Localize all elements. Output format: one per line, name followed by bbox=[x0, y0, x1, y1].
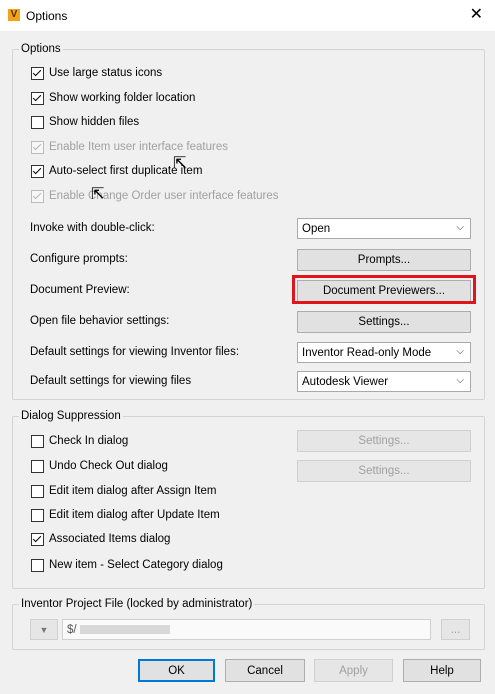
dialog-suppression-legend: Dialog Suppression bbox=[21, 410, 121, 422]
enable-change-order-ui-checkbox: Enable Change Order user interface featu… bbox=[31, 188, 279, 204]
open-file-settings-button[interactable]: Settings... bbox=[297, 311, 471, 333]
show-hidden-files-checkbox[interactable]: Show hidden files bbox=[31, 114, 139, 130]
chevron-down-icon: ⌵ bbox=[456, 346, 464, 357]
checkbox-label: Enable Change Order user interface featu… bbox=[49, 190, 279, 202]
mouse-cursor-icon: ⇱ bbox=[173, 155, 187, 172]
checkbox-label: Associated Items dialog bbox=[49, 533, 171, 545]
invoke-double-click-label: Invoke with double-click: bbox=[30, 222, 155, 234]
enable-item-ui-checkbox: Enable Item user interface features bbox=[31, 139, 228, 155]
checkbox-box bbox=[31, 140, 44, 154]
select-value: Autodesk Viewer bbox=[302, 375, 389, 388]
checkbox-box[interactable] bbox=[31, 459, 44, 473]
checkbox-box[interactable] bbox=[31, 558, 44, 572]
prompts-button[interactable]: Prompts... bbox=[297, 249, 471, 271]
chevron-down-icon: ⌵ bbox=[456, 375, 464, 386]
invoke-double-click-select[interactable]: Open ⌵ bbox=[297, 218, 471, 239]
cancel-button[interactable]: Cancel bbox=[225, 659, 305, 682]
open-file-behavior-label: Open file behavior settings: bbox=[30, 315, 170, 327]
document-preview-label: Document Preview: bbox=[30, 284, 130, 296]
ok-button[interactable]: OK bbox=[138, 659, 215, 682]
browse-button: ... bbox=[441, 619, 470, 640]
chevron-down-icon: ⌵ bbox=[456, 222, 464, 233]
options-group-legend: Options bbox=[21, 43, 61, 55]
window-title: Options bbox=[26, 9, 68, 23]
mouse-cursor-icon: ⇱ bbox=[91, 186, 105, 203]
checkbox-box[interactable] bbox=[31, 66, 44, 80]
project-dropdown-button: ▼ bbox=[30, 619, 58, 640]
checkbox-box[interactable] bbox=[31, 508, 44, 522]
checkbox-box[interactable] bbox=[31, 164, 44, 178]
new-item-category-dialog-checkbox[interactable]: New item - Select Category dialog bbox=[31, 557, 223, 573]
project-file-legend: Inventor Project File (locked by adminis… bbox=[21, 598, 253, 610]
help-button[interactable]: Help bbox=[403, 659, 481, 682]
undo-check-out-dialog-checkbox[interactable]: Undo Check Out dialog bbox=[31, 458, 168, 474]
inventor-view-select[interactable]: Inventor Read-only Mode ⌵ bbox=[297, 342, 471, 363]
inventor-view-label: Default settings for viewing Inventor fi… bbox=[30, 346, 240, 358]
close-icon[interactable]: ✕ bbox=[470, 6, 483, 24]
edit-item-after-update-checkbox[interactable]: Edit item dialog after Update Item bbox=[31, 507, 220, 523]
select-value: Inventor Read-only Mode bbox=[302, 346, 432, 359]
chevron-down-icon: ▼ bbox=[39, 624, 49, 635]
edit-item-after-assign-checkbox[interactable]: Edit item dialog after Assign Item bbox=[31, 483, 216, 499]
title-bar: V Options ✕ bbox=[0, 0, 495, 31]
files-view-select[interactable]: Autodesk Viewer ⌵ bbox=[297, 371, 471, 392]
associated-items-dialog-checkbox[interactable]: Associated Items dialog bbox=[31, 531, 170, 547]
configure-prompts-label: Configure prompts: bbox=[30, 253, 128, 265]
checkbox-label: Enable Item user interface features bbox=[49, 141, 228, 153]
checkbox-box[interactable] bbox=[31, 532, 44, 546]
project-path-field: $/ bbox=[62, 619, 431, 640]
redacted-path-block bbox=[79, 625, 170, 634]
checkbox-label: Use large status icons bbox=[49, 67, 163, 79]
project-path-value: $/ bbox=[67, 623, 77, 636]
checkbox-box[interactable] bbox=[31, 91, 44, 105]
highlight-box bbox=[292, 275, 476, 304]
checkbox-label: Edit item dialog after Assign Item bbox=[49, 485, 217, 497]
vault-app-icon: V bbox=[8, 9, 20, 21]
select-value: Open bbox=[302, 222, 331, 235]
check-in-dialog-checkbox[interactable]: Check In dialog bbox=[31, 433, 128, 449]
files-view-label: Default settings for viewing files bbox=[30, 375, 192, 387]
checkbox-box bbox=[31, 189, 44, 203]
show-working-folder-checkbox[interactable]: Show working folder location bbox=[31, 90, 195, 106]
checkbox-box[interactable] bbox=[31, 434, 44, 448]
checkbox-label: Edit item dialog after Update Item bbox=[49, 509, 220, 521]
checkbox-label: Show hidden files bbox=[49, 116, 140, 128]
check-in-settings-button: Settings... bbox=[297, 430, 471, 452]
apply-button: Apply bbox=[314, 659, 393, 682]
checkbox-box[interactable] bbox=[31, 115, 44, 129]
checkbox-label: Check In dialog bbox=[49, 435, 129, 447]
checkbox-label: New item - Select Category dialog bbox=[49, 559, 223, 571]
checkbox-label: Undo Check Out dialog bbox=[49, 460, 168, 472]
undo-check-out-settings-button: Settings... bbox=[297, 460, 471, 482]
checkbox-label: Show working folder location bbox=[49, 92, 196, 104]
use-large-status-icons-checkbox[interactable]: Use large status icons bbox=[31, 65, 162, 81]
checkbox-box[interactable] bbox=[31, 484, 44, 498]
